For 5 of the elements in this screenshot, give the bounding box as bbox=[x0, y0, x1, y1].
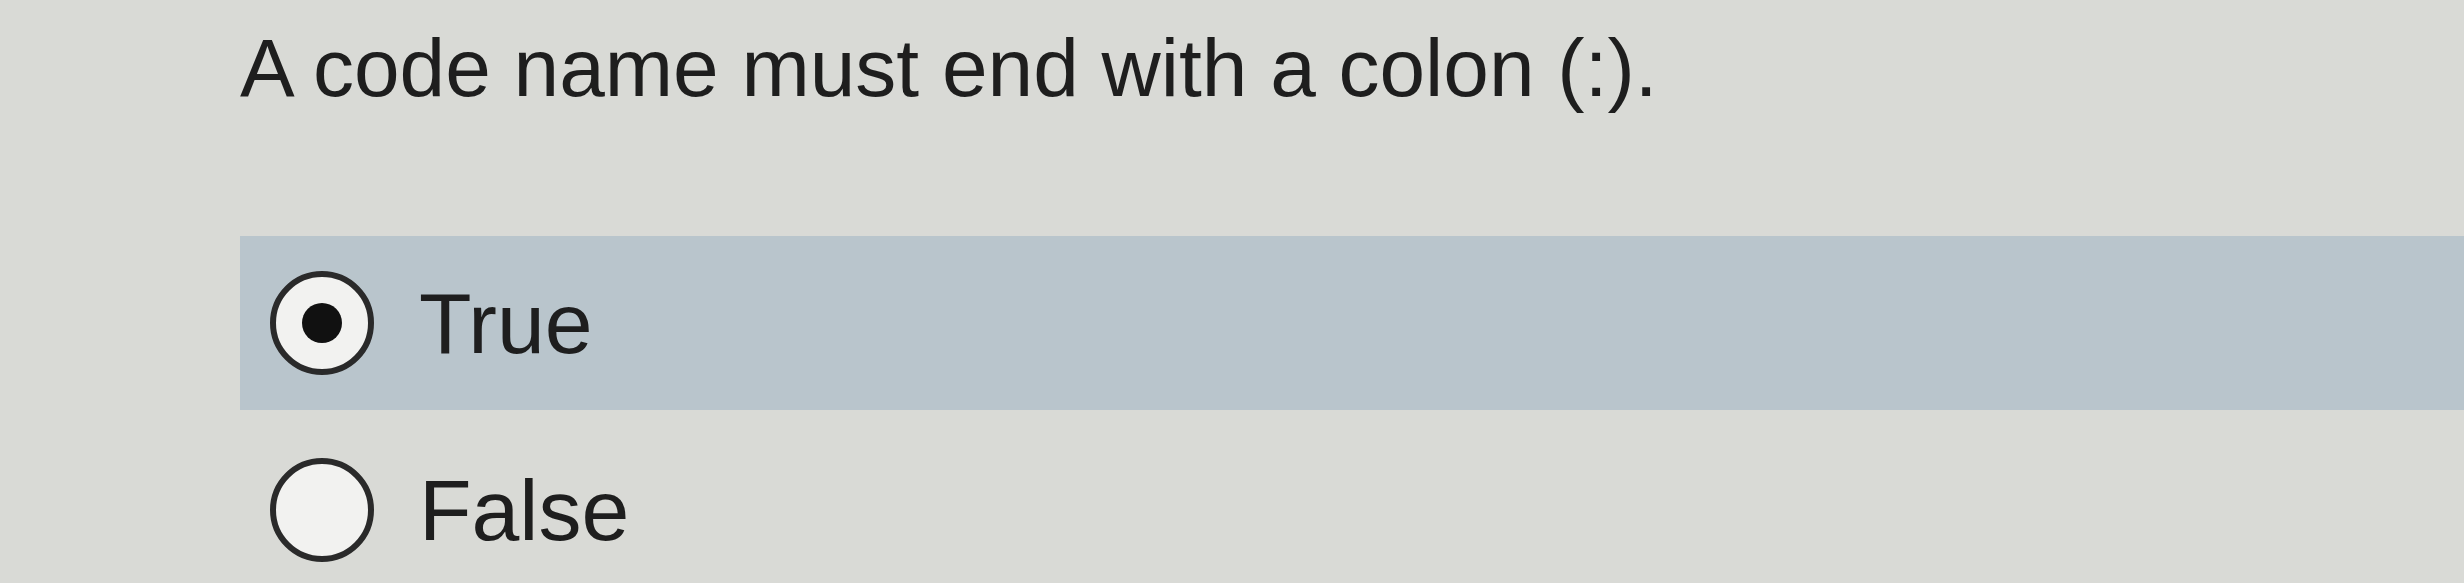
answer-option[interactable]: True bbox=[240, 236, 2464, 410]
answer-option[interactable]: False bbox=[240, 430, 2464, 583]
option-label: False bbox=[419, 460, 630, 560]
option-label: True bbox=[419, 273, 593, 373]
question-text: A code name must end with a colon (:). bbox=[240, 21, 1659, 115]
